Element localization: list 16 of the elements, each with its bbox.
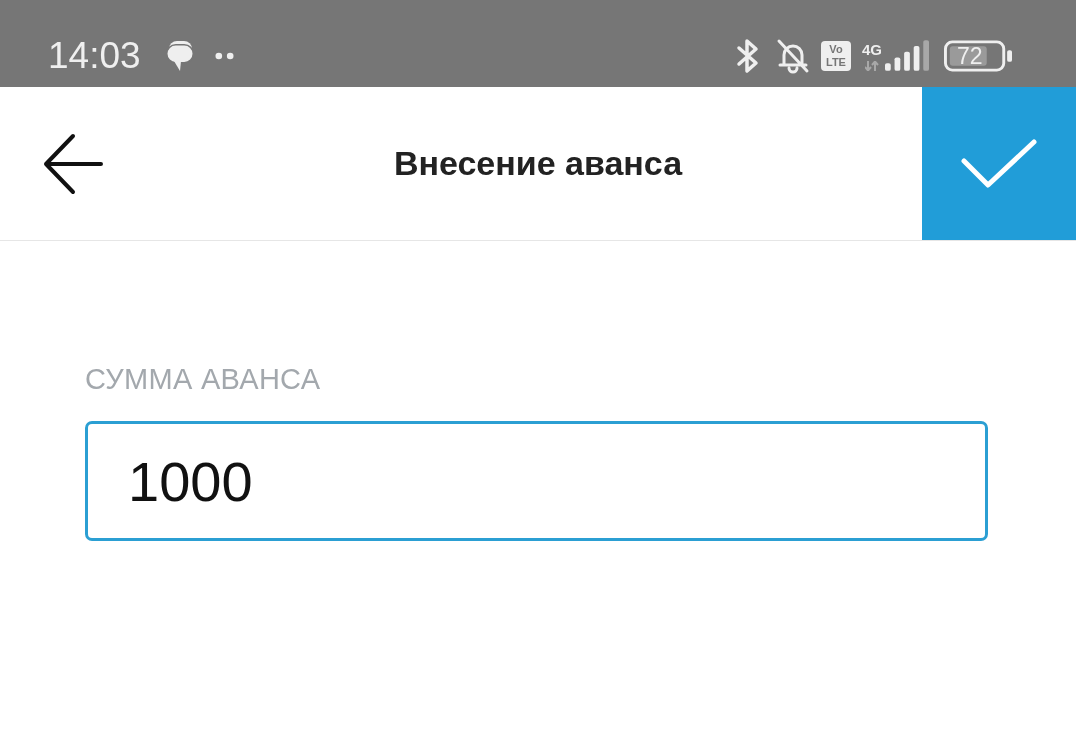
battery-percent: 72: [957, 42, 983, 69]
bluetooth-icon: [736, 37, 760, 74]
battery-icon: [944, 39, 1012, 72]
signal-bars-icon: [885, 40, 929, 71]
network-type: 4G: [862, 42, 882, 58]
data-arrows-icon: [865, 61, 879, 71]
screen-title: Внесение аванса: [392, 143, 684, 184]
amount-field[interactable]: 1000: [85, 421, 988, 541]
field-label: СУММА АВАНСА: [85, 362, 322, 396]
volte-badge: Vo LTE: [821, 40, 851, 71]
more-dots-icon: [214, 51, 234, 60]
check-icon: [961, 138, 1037, 189]
status-time: 14:03: [48, 35, 141, 76]
muted-bell-icon: [775, 37, 811, 74]
back-arrow-icon: [43, 132, 103, 195]
chat-bubbles-icon: [165, 40, 194, 71]
